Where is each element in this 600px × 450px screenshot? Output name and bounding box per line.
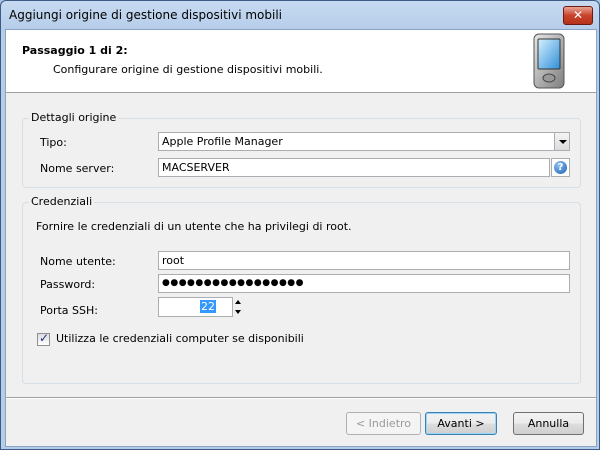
ssh-port-input[interactable]: 22: [158, 297, 233, 317]
password-label: Password:: [40, 278, 96, 291]
help-icon: ?: [554, 161, 567, 174]
step-description: Configurare origine di gestione disposit…: [53, 63, 323, 76]
type-label: Tipo:: [40, 136, 67, 149]
ssh-port-label: Porta SSH:: [40, 304, 98, 317]
source-details-group: Dettagli origine: [22, 111, 581, 188]
dialog-content: Passaggio 1 di 2: Configurare origine di…: [5, 29, 597, 447]
title-bar[interactable]: Aggiungi origine di gestione dispositivi…: [1, 1, 599, 29]
footer-divider: [6, 397, 596, 399]
server-name-label: Nome server:: [40, 162, 115, 175]
close-button[interactable]: ✕: [563, 6, 593, 25]
use-computer-credentials-label[interactable]: Utilizza le credenziali computer se disp…: [56, 332, 304, 345]
pda-device-icon: [533, 33, 565, 89]
password-input[interactable]: ●●●●●●●●●●●●●●●●●: [158, 274, 570, 293]
credentials-legend: Credenziali: [29, 195, 95, 208]
type-dropdown[interactable]: Apple Profile Manager: [158, 132, 556, 151]
spin-down-icon[interactable]: [232, 307, 245, 316]
dialog-window: Aggiungi origine di gestione dispositivi…: [0, 0, 600, 450]
username-label: Nome utente:: [40, 255, 116, 268]
cancel-button[interactable]: Annulla: [513, 412, 584, 435]
ssh-port-value: 22: [200, 300, 216, 313]
use-computer-credentials-checkbox[interactable]: [37, 331, 50, 346]
help-button[interactable]: ?: [551, 158, 570, 177]
chevron-down-icon[interactable]: [554, 132, 570, 151]
step-title: Passaggio 1 di 2:: [22, 44, 128, 57]
wizard-header: Passaggio 1 di 2: Configurare origine di…: [6, 30, 596, 93]
credentials-description: Fornire le credenziali di un utente che …: [36, 220, 352, 233]
window-title: Aggiungi origine di gestione dispositivi…: [9, 8, 283, 22]
next-button[interactable]: Avanti >: [425, 412, 497, 435]
username-input[interactable]: root: [158, 251, 570, 270]
back-button[interactable]: < Indietro: [346, 412, 421, 435]
server-name-input[interactable]: MACSERVER: [158, 158, 550, 177]
spin-up-icon[interactable]: [232, 298, 245, 307]
source-details-legend: Dettagli origine: [29, 111, 119, 124]
